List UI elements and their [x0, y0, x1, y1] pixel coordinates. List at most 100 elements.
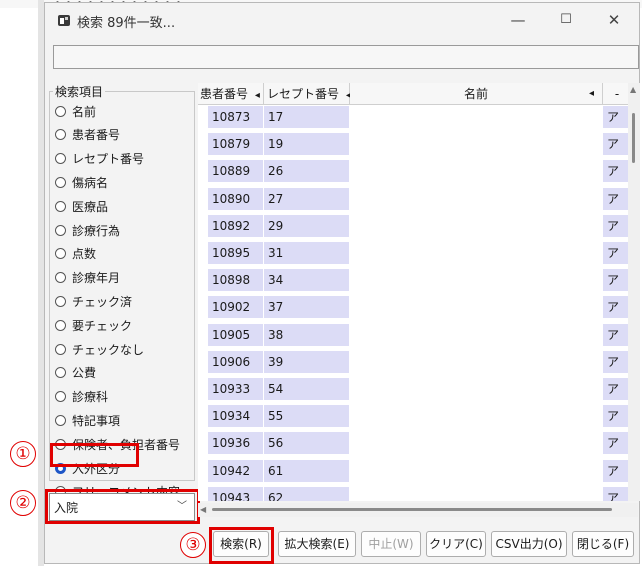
- vertical-scroll-thumb[interactable]: [632, 113, 635, 163]
- search-dialog: 検索 89件一致... — ☐ ✕ 検索項目 名前 患者番号 レセプト番号 傷病名 医療…: [44, 2, 640, 564]
- table-cell: 38: [264, 323, 350, 346]
- radio-button[interactable]: [55, 153, 66, 165]
- table-cell: 29: [264, 214, 350, 237]
- close-window-button[interactable]: ✕: [591, 5, 637, 35]
- radio-button[interactable]: [55, 200, 66, 212]
- search-option[interactable]: 診療行為: [55, 220, 120, 240]
- radio-button[interactable]: [55, 105, 66, 117]
- close-button[interactable]: 閉じる(F): [572, 531, 634, 557]
- column-header-patient-no[interactable]: 患者番号 ◂: [198, 83, 264, 105]
- callout-3-highlight: [209, 527, 274, 564]
- vertical-scrollbar[interactable]: ▲: [628, 83, 640, 501]
- callout-1-highlight: [50, 443, 139, 467]
- column-header-name[interactable]: 名前 ◂: [350, 83, 603, 105]
- horizontal-scrollbar[interactable]: ◀: [198, 503, 638, 517]
- table-row[interactable]: 10933 54 ア: [198, 378, 632, 401]
- table-row[interactable]: 10902 37 ア: [198, 296, 632, 319]
- horizontal-scroll-thumb[interactable]: [212, 508, 612, 511]
- search-option[interactable]: 傷病名: [55, 172, 108, 192]
- table-cell: 10906: [208, 350, 264, 373]
- search-option[interactable]: チェック済: [55, 291, 132, 311]
- table-row[interactable]: 10895 31 ア: [198, 242, 632, 265]
- search-option[interactable]: チェックなし: [55, 339, 144, 359]
- column-header-label: 名前: [463, 87, 488, 101]
- column-header-label: レセプト番号: [267, 87, 340, 101]
- search-option-label: チェックなし: [72, 342, 145, 357]
- minimize-button[interactable]: —: [495, 5, 541, 35]
- radio-button[interactable]: [55, 319, 66, 331]
- table-row[interactable]: 10936 56 ア: [198, 432, 632, 455]
- column-header-receipt-no[interactable]: レセプト番号 ◂: [264, 83, 351, 105]
- maximize-button[interactable]: ☐: [543, 5, 589, 35]
- search-option[interactable]: 診療科: [55, 387, 108, 407]
- radio-button[interactable]: [55, 248, 66, 260]
- search-option[interactable]: 点数: [55, 244, 96, 264]
- search-option[interactable]: 診療年月: [55, 268, 120, 288]
- table-cell: 26: [264, 160, 350, 183]
- clear-button[interactable]: クリア(C): [426, 531, 486, 557]
- search-option-label: 点数: [72, 247, 97, 262]
- radio-button[interactable]: [55, 414, 66, 426]
- radio-button[interactable]: [55, 295, 66, 307]
- search-option[interactable]: レセプト番号: [55, 149, 144, 169]
- radio-button[interactable]: [55, 272, 66, 284]
- callout-number-1: ①: [10, 441, 36, 467]
- search-option[interactable]: 名前: [55, 101, 96, 121]
- title-bar: 検索 89件一致... — ☐ ✕: [45, 3, 641, 37]
- csv-export-button[interactable]: CSV出力(O): [491, 531, 567, 557]
- table-cell: [350, 486, 603, 501]
- callout-number-2: ②: [10, 490, 36, 516]
- table-cell: [350, 459, 603, 482]
- sort-arrow-icon: ◂: [254, 90, 260, 101]
- table-cell: 17: [264, 106, 350, 128]
- table-cell: 10905: [208, 323, 264, 346]
- scroll-up-icon[interactable]: ▲: [630, 86, 638, 94]
- table-row[interactable]: 10879 19 ア: [198, 133, 632, 156]
- radio-button[interactable]: [55, 367, 66, 379]
- search-option[interactable]: 特記事項: [55, 410, 120, 430]
- table-cell: [350, 214, 603, 237]
- radio-button[interactable]: [55, 176, 66, 188]
- table-row[interactable]: 10942 61 ア: [198, 459, 632, 483]
- table-cell: 10895: [208, 242, 264, 264]
- search-option[interactable]: 要チェック: [55, 315, 132, 335]
- search-option-label: チェック済: [72, 294, 133, 309]
- table-cell: [350, 187, 603, 210]
- table-row[interactable]: 10892 29 ア: [198, 214, 632, 238]
- search-option[interactable]: 患者番号: [55, 125, 120, 145]
- column-header-label: -: [614, 87, 620, 101]
- table-row[interactable]: 10890 27 ア: [198, 187, 632, 211]
- table-cell: 39: [264, 350, 350, 373]
- scroll-left-icon[interactable]: ◀: [200, 505, 206, 515]
- table-cell: 10936: [208, 432, 264, 455]
- search-option-label: 医療品: [72, 199, 109, 214]
- table-cell: 19: [264, 133, 350, 156]
- table-row[interactable]: 10934 55 ア: [198, 405, 632, 428]
- advanced-search-button[interactable]: 拡大検索(E): [278, 531, 356, 557]
- search-option[interactable]: 公費: [55, 363, 96, 383]
- search-option[interactable]: 医療品: [55, 196, 108, 216]
- radio-button[interactable]: [55, 224, 66, 236]
- table-cell: [350, 323, 603, 346]
- radio-button[interactable]: [55, 129, 66, 141]
- table-cell: [350, 296, 603, 319]
- table-cell: 10879: [208, 133, 264, 156]
- table-row[interactable]: 10898 34 ア: [198, 269, 632, 292]
- search-option-label: レセプト番号: [72, 152, 145, 167]
- table-cell: 31: [264, 242, 350, 264]
- table-row[interactable]: 10873 17 ア: [198, 106, 632, 129]
- table-row[interactable]: 10889 26 ア: [198, 160, 632, 183]
- admission-type-select[interactable]: 入院 ﹀: [49, 493, 195, 521]
- table-cell: [350, 242, 603, 264]
- radio-button[interactable]: [55, 343, 66, 355]
- table-row[interactable]: 10905 38 ア: [198, 323, 632, 347]
- table-cell: 10933: [208, 378, 264, 400]
- table-cell: [350, 350, 603, 373]
- search-option-label: 名前: [72, 104, 97, 119]
- stop-button[interactable]: 中止(W): [361, 531, 421, 557]
- table-row[interactable]: 10906 39 ア: [198, 350, 632, 374]
- table-row[interactable]: 10943 62 ア: [198, 486, 632, 501]
- chevron-down-icon[interactable]: ﹀: [174, 498, 190, 516]
- radio-button[interactable]: [55, 391, 66, 403]
- table-cell: [350, 106, 603, 128]
